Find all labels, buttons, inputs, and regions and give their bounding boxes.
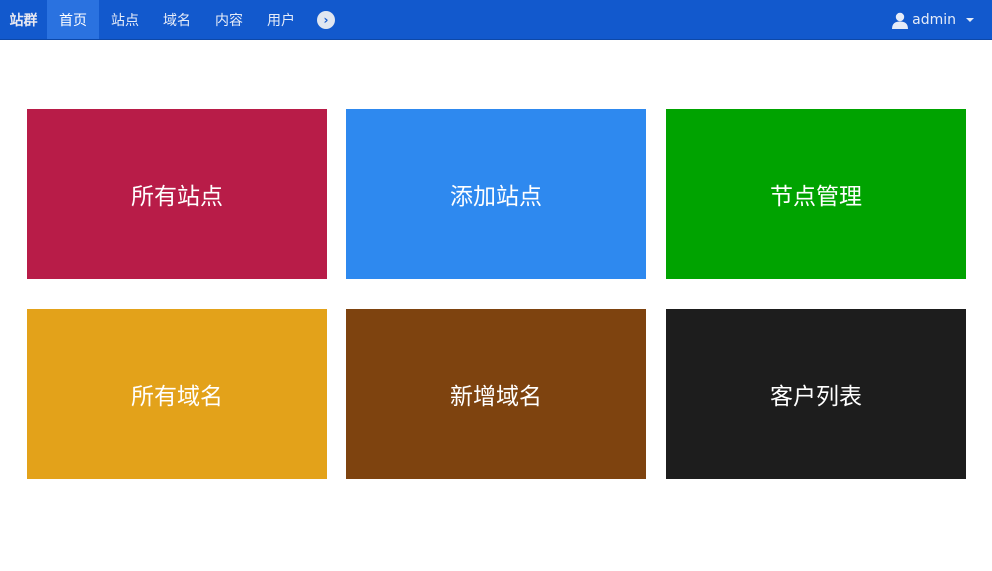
- nav-item-home[interactable]: 首页: [47, 0, 99, 39]
- chevron-right-icon: ›: [317, 10, 335, 29]
- top-navbar: 站群 首页 站点 域名 内容 用户 › admin: [0, 0, 992, 40]
- tile-add-domain[interactable]: 新增域名: [346, 309, 646, 479]
- tile-all-sites[interactable]: 所有站点: [27, 109, 327, 279]
- tile-customer-list[interactable]: 客户列表: [666, 309, 966, 479]
- tile-node-management[interactable]: 节点管理: [666, 109, 966, 279]
- nav-item-content[interactable]: 内容: [203, 0, 255, 39]
- tile-all-domains[interactable]: 所有域名: [27, 309, 327, 479]
- brand[interactable]: 站群: [0, 0, 47, 39]
- user-menu[interactable]: admin: [892, 0, 974, 40]
- username: admin: [912, 12, 956, 28]
- nav-item-users[interactable]: 用户: [255, 0, 307, 39]
- tile-add-site[interactable]: 添加站点: [346, 109, 646, 279]
- nav-item-sites[interactable]: 站点: [99, 0, 151, 39]
- more-button[interactable]: ›: [307, 0, 345, 39]
- caret-down-icon: [966, 18, 974, 22]
- user-icon: [892, 12, 909, 29]
- nav-item-domains[interactable]: 域名: [151, 0, 203, 39]
